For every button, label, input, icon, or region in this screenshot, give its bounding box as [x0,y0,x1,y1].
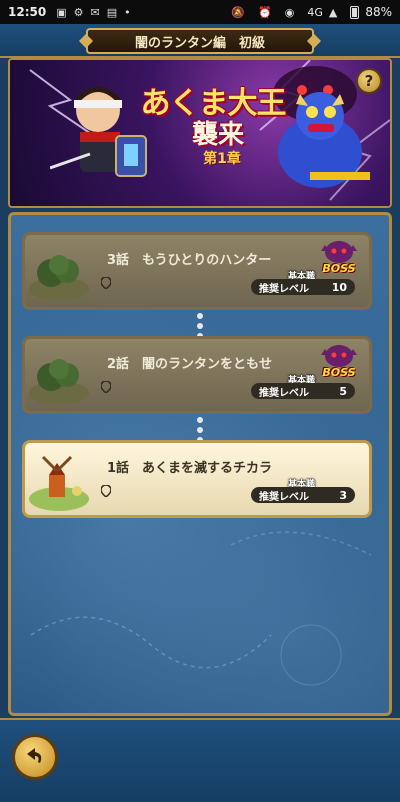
gear-icon: ⚙ [73,5,84,19]
signal-icon: ▲ [328,5,338,19]
status-time: 12:50 [8,5,47,19]
page-title: 闇のランタン編 初級 [86,28,314,54]
quest-card-1[interactable]: 1話 あくまを滅するチカラ 基本職 推奨レベル 3 [22,440,372,518]
recommended-level: 推奨レベル 10 [251,279,355,295]
location-pin-icon [101,277,111,289]
level-value: 5 [339,384,347,398]
level-value: 3 [339,488,347,502]
quest-card-2[interactable]: 2話 闇のランタンをともせ BOSS 基本職 推奨レベル 5 [22,336,372,414]
mute-icon: 🔕 [231,5,246,19]
quest-title: 3話 もうひとりのハンター [107,253,272,268]
recommended-level: 推奨レベル 5 [251,383,355,399]
location-pin-icon [101,485,111,497]
image-icon: ▣ [56,5,67,19]
boss-badge: BOSS [317,239,361,275]
boss-label: BOSS [322,366,356,379]
quest-card-3[interactable]: 3話 もうひとりのハンター BOSS 基本職 推奨レベル 10 [22,232,372,310]
boss-label: BOSS [322,262,356,275]
bottom-bar [0,718,400,802]
help-button[interactable]: ? [356,68,382,94]
location-icon: ◉ [284,5,295,19]
forest-island-image [29,255,89,301]
back-arrow-icon [27,748,42,763]
mail-icon: ✉ [90,5,100,19]
recommended-level: 推奨レベル 3 [251,487,355,503]
forest-island-image [29,359,89,405]
chapter-label: 第1章 [203,151,241,167]
status-right: 🔕 ⏰ ◉ 4G ▲ 88% [231,5,392,19]
help-icon: ? [364,72,374,90]
level-label: 推奨レベル [259,387,309,399]
calendar-icon: ▤ [106,5,118,19]
dot-icon: • [124,5,131,19]
level-value: 10 [331,280,347,294]
battery-icon [350,5,360,19]
status-bar: 12:50 ▣ ⚙ ✉ ▤ • 🔕 ⏰ ◉ 4G ▲ 88% [0,0,400,24]
windmill-island-image [29,455,89,511]
battery-label: 88% [365,5,392,19]
event-banner: あくま大王 襲来 第1章 ? ★ 初級 ★★ 中級 ★★★ 上級 [8,58,392,208]
back-button[interactable] [12,734,58,780]
location-pin-icon [101,381,111,393]
quest-title: 1話 あくまを滅するチカラ [107,461,273,476]
alarm-icon: ⏰ [258,5,272,19]
quest-title: 2話 闇のランタンをともせ [107,357,273,372]
page-title-text: 闇のランタン編 初級 [134,35,265,51]
banner-subtitle: 襲来 [191,120,244,150]
level-label: 推奨レベル [259,283,309,295]
boss-badge: BOSS [317,343,361,379]
level-label: 推奨レベル [259,491,309,503]
network-label: 4G [307,5,323,19]
